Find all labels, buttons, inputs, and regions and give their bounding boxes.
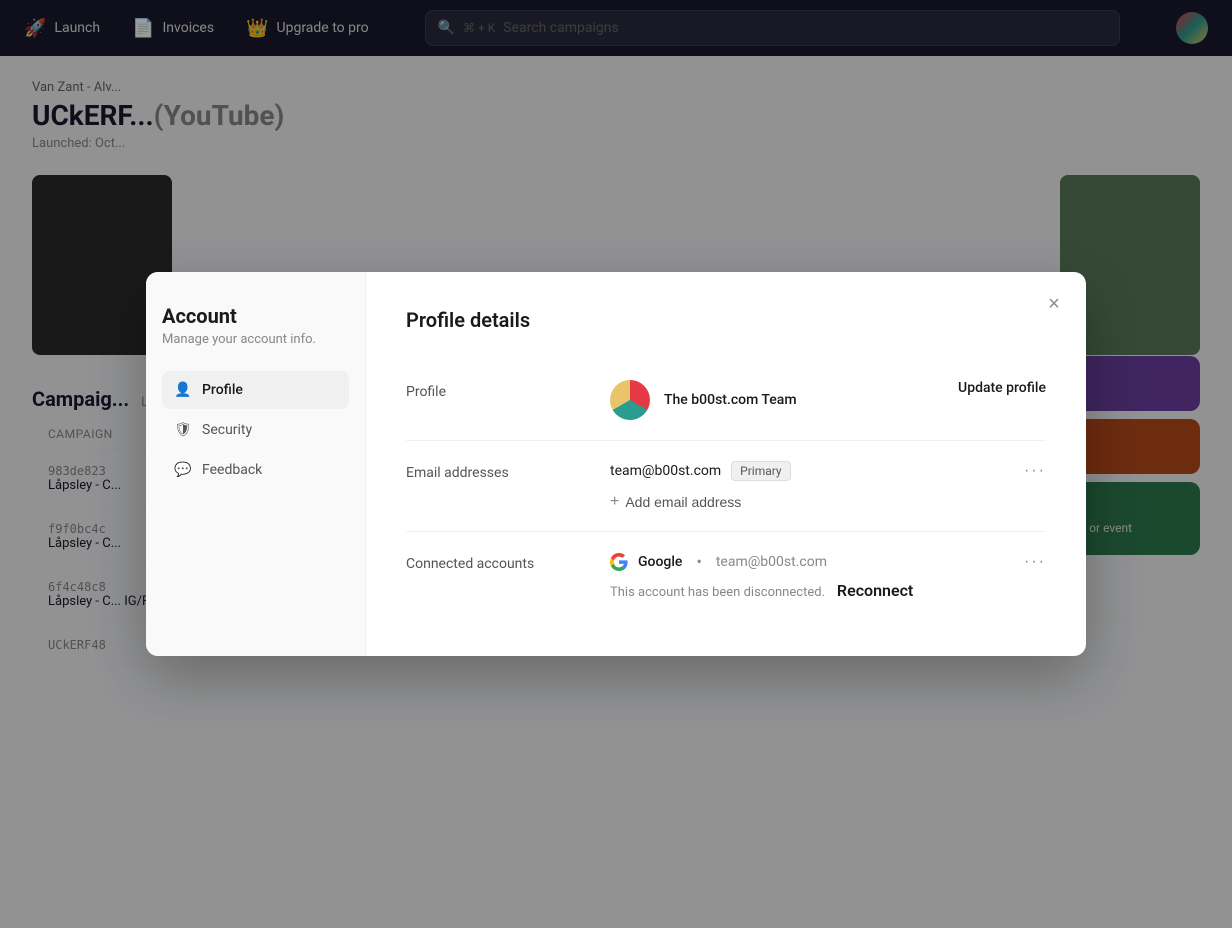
modal-sidebar: Account Manage your account info. 👤 Prof… xyxy=(146,272,366,656)
modal-subtitle: Manage your account info. xyxy=(162,332,349,347)
email-detail-row: Email addresses team@b00st.com Primary ·… xyxy=(406,441,1046,532)
sidebar-item-security[interactable]: 🛡 Security xyxy=(162,411,349,449)
add-email-button[interactable]: + Add email address xyxy=(610,493,741,511)
plus-icon: + xyxy=(610,493,619,511)
profile-label: Profile xyxy=(406,380,586,400)
close-modal-button[interactable]: × xyxy=(1038,288,1070,320)
account-modal: Account Manage your account info. 👤 Prof… xyxy=(146,272,1086,656)
google-icon xyxy=(610,553,628,571)
sidebar-item-profile[interactable]: 👤 Profile xyxy=(162,371,349,409)
email-options-button[interactable]: ··· xyxy=(1024,462,1046,480)
reconnect-link[interactable]: Reconnect xyxy=(837,581,913,600)
section-title: Profile details xyxy=(406,308,1046,332)
sidebar-item-label: Feedback xyxy=(202,462,262,478)
disconnected-message: This account has been disconnected. Reco… xyxy=(610,581,1046,600)
google-provider-email: team@b00st.com xyxy=(716,554,827,570)
profile-detail-row: Profile The b00st.com Team Update profil… xyxy=(406,360,1046,441)
profile-info: The b00st.com Team xyxy=(610,380,934,420)
add-email-label: Add email address xyxy=(625,494,741,510)
google-row: Google • team@b00st.com ··· xyxy=(610,552,1046,571)
feedback-icon: 💬 xyxy=(174,461,192,479)
profile-team-name: The b00st.com Team xyxy=(664,392,797,408)
sidebar-item-label: Security xyxy=(202,422,252,438)
email-address: team@b00st.com xyxy=(610,463,721,479)
bullet: • xyxy=(696,552,701,571)
email-label: Email addresses xyxy=(406,461,586,481)
modal-title: Account xyxy=(162,304,349,328)
google-provider-label: Google xyxy=(638,554,682,570)
connected-accounts-label: Connected accounts xyxy=(406,552,586,572)
disconnected-text: This account has been disconnected. xyxy=(610,585,825,600)
connected-accounts-row: Connected accounts Google • xyxy=(406,532,1046,620)
profile-logo xyxy=(610,380,650,420)
email-section: team@b00st.com Primary ··· + Add email a… xyxy=(610,461,1046,511)
shield-icon: 🛡 xyxy=(174,421,192,439)
primary-badge: Primary xyxy=(731,461,790,481)
modal-main-content: Profile details Profile The b00st.com Te… xyxy=(366,272,1086,656)
sidebar-item-feedback[interactable]: 💬 Feedback xyxy=(162,451,349,489)
update-profile-button[interactable]: Update profile xyxy=(958,380,1046,396)
sidebar-item-label: Profile xyxy=(202,382,243,398)
email-row: team@b00st.com Primary ··· xyxy=(610,461,1046,481)
person-icon: 👤 xyxy=(174,381,192,399)
connected-options-button[interactable]: ··· xyxy=(1024,553,1046,571)
connected-section: Google • team@b00st.com ··· This account… xyxy=(610,552,1046,600)
modal-backdrop[interactable]: Account Manage your account info. 👤 Prof… xyxy=(0,0,1232,928)
